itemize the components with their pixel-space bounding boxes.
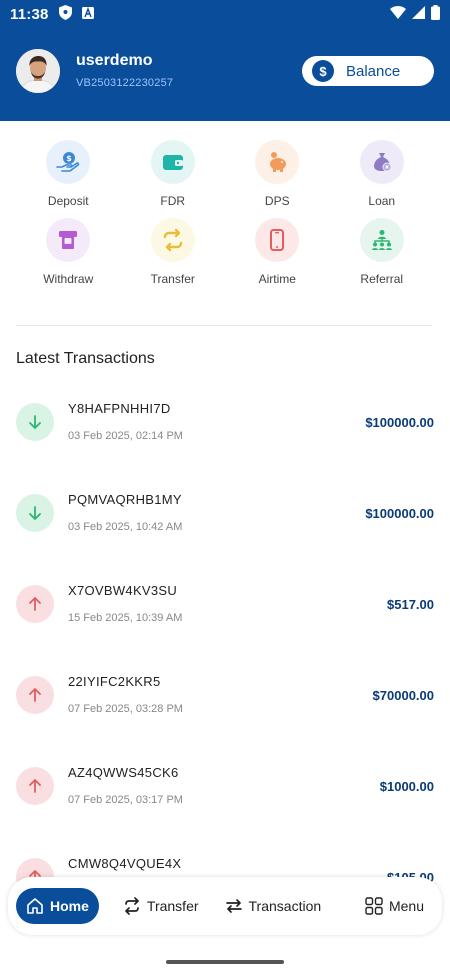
nav-home[interactable]: Home <box>16 888 99 924</box>
action-referral[interactable]: Referral <box>330 218 435 286</box>
transaction-id: Y8HAFPNHHI7D <box>68 401 171 416</box>
transaction-id: PQMVAQRHB1MY <box>68 492 182 507</box>
phone-icon <box>255 218 300 262</box>
status-bar: 11:38 <box>0 0 450 28</box>
action-label: Loan <box>368 194 396 208</box>
transaction-amount: $100000.00 <box>365 415 434 430</box>
transaction-amount: $517.00 <box>387 597 434 612</box>
balance-button-label: Balance <box>346 62 401 80</box>
hand-coin-icon: $ <box>46 140 91 184</box>
transaction-row[interactable]: PQMVAQRHB1MY 03 Feb 2025, 10:42 AM $1000… <box>16 486 434 577</box>
quick-actions-grid: $ Deposit FDR DPS Loan Withdraw Transfer… <box>16 140 434 286</box>
user-id: VB2503122230257 <box>76 76 174 89</box>
bottom-nav: Home Transfer Transaction Menu <box>8 877 442 935</box>
transaction-id: CMW8Q4VQUE4X <box>68 856 182 871</box>
exchange-icon <box>150 218 195 262</box>
nav-menu[interactable]: Menu <box>355 888 434 924</box>
home-indicator[interactable] <box>166 960 284 964</box>
transaction-date: 15 Feb 2025, 10:39 AM <box>68 612 183 624</box>
notification-a-icon <box>81 6 94 23</box>
latest-transactions-title: Latest Transactions <box>16 350 155 367</box>
profile-section[interactable]: userdemo VB2503122230257 <box>16 49 173 93</box>
arrows-icon <box>225 897 243 915</box>
grid-icon <box>365 897 383 915</box>
transaction-row[interactable]: Y8HAFPNHHI7D 03 Feb 2025, 02:14 PM $1000… <box>16 395 434 486</box>
arrow-down-icon <box>16 403 54 441</box>
transaction-date: 07 Feb 2025, 03:28 PM <box>68 703 183 715</box>
piggy-bank-icon <box>255 140 300 184</box>
network-icon <box>359 218 404 262</box>
nav-transaction-label: Transaction <box>248 898 322 914</box>
action-label: Referral <box>360 272 404 286</box>
arrow-up-icon <box>16 767 54 805</box>
balance-button[interactable]: $ Balance <box>302 56 434 86</box>
action-loan[interactable]: Loan <box>330 140 435 208</box>
transaction-row[interactable]: X7OVBW4KV3SU 15 Feb 2025, 10:39 AM $517.… <box>16 577 434 668</box>
shield-icon <box>58 4 72 24</box>
nav-transfer-label: Transfer <box>146 898 199 914</box>
wallet-icon <box>150 140 195 184</box>
wifi-icon <box>390 5 406 23</box>
action-label: Deposit <box>47 194 89 208</box>
action-fdr[interactable]: FDR <box>121 140 226 208</box>
money-bag-icon <box>359 140 404 184</box>
action-label: Airtime <box>258 272 296 286</box>
action-deposit[interactable]: $ Deposit <box>16 140 121 208</box>
nav-home-label: Home <box>50 898 89 914</box>
transaction-date: 03 Feb 2025, 10:42 AM <box>68 521 183 533</box>
action-label: Withdraw <box>43 272 94 286</box>
nav-transfer[interactable]: Transfer <box>113 888 209 924</box>
arrow-down-icon <box>16 494 54 532</box>
transaction-row[interactable]: AZ4QWWS45CK6 07 Feb 2025, 03:17 PM $1000… <box>16 759 434 850</box>
username: userdemo <box>76 51 153 69</box>
action-label: DPS <box>264 194 290 208</box>
transaction-amount: $100000.00 <box>365 506 434 521</box>
dollar-icon: $ <box>312 60 334 82</box>
action-label: Transfer <box>150 272 195 286</box>
arrow-up-icon <box>16 676 54 714</box>
transaction-row[interactable]: 22IYIFC2KKR5 07 Feb 2025, 03:28 PM $7000… <box>16 668 434 759</box>
nav-transaction[interactable]: Transaction <box>215 888 332 924</box>
nav-menu-label: Menu <box>388 898 424 914</box>
avatar[interactable] <box>16 49 60 93</box>
transaction-amount: $70000.00 <box>372 688 434 703</box>
atm-icon <box>46 218 91 262</box>
action-airtime[interactable]: Airtime <box>225 218 330 286</box>
transaction-date: 03 Feb 2025, 02:14 PM <box>68 430 183 442</box>
section-divider <box>16 325 432 326</box>
action-transfer[interactable]: Transfer <box>121 218 226 286</box>
transactions-list: Y8HAFPNHHI7D 03 Feb 2025, 02:14 PM $1000… <box>16 395 434 941</box>
cell-signal-icon <box>412 5 425 23</box>
home-icon <box>26 897 44 915</box>
svg-text:$: $ <box>66 154 72 163</box>
arrow-up-icon <box>16 585 54 623</box>
transaction-id: 22IYIFC2KKR5 <box>68 674 161 689</box>
action-label: FDR <box>160 194 186 208</box>
battery-icon <box>431 4 440 24</box>
transaction-id: X7OVBW4KV3SU <box>68 583 178 598</box>
transaction-date: 07 Feb 2025, 03:17 PM <box>68 794 183 806</box>
app-header: 11:38 userdemo VB2503122230257 $ Balance <box>0 0 450 121</box>
action-withdraw[interactable]: Withdraw <box>16 218 121 286</box>
transaction-amount: $1000.00 <box>379 779 434 794</box>
transaction-id: AZ4QWWS45CK6 <box>68 765 179 780</box>
swap-icon <box>123 897 141 915</box>
action-dps[interactable]: DPS <box>225 140 330 208</box>
status-time: 11:38 <box>10 5 49 23</box>
